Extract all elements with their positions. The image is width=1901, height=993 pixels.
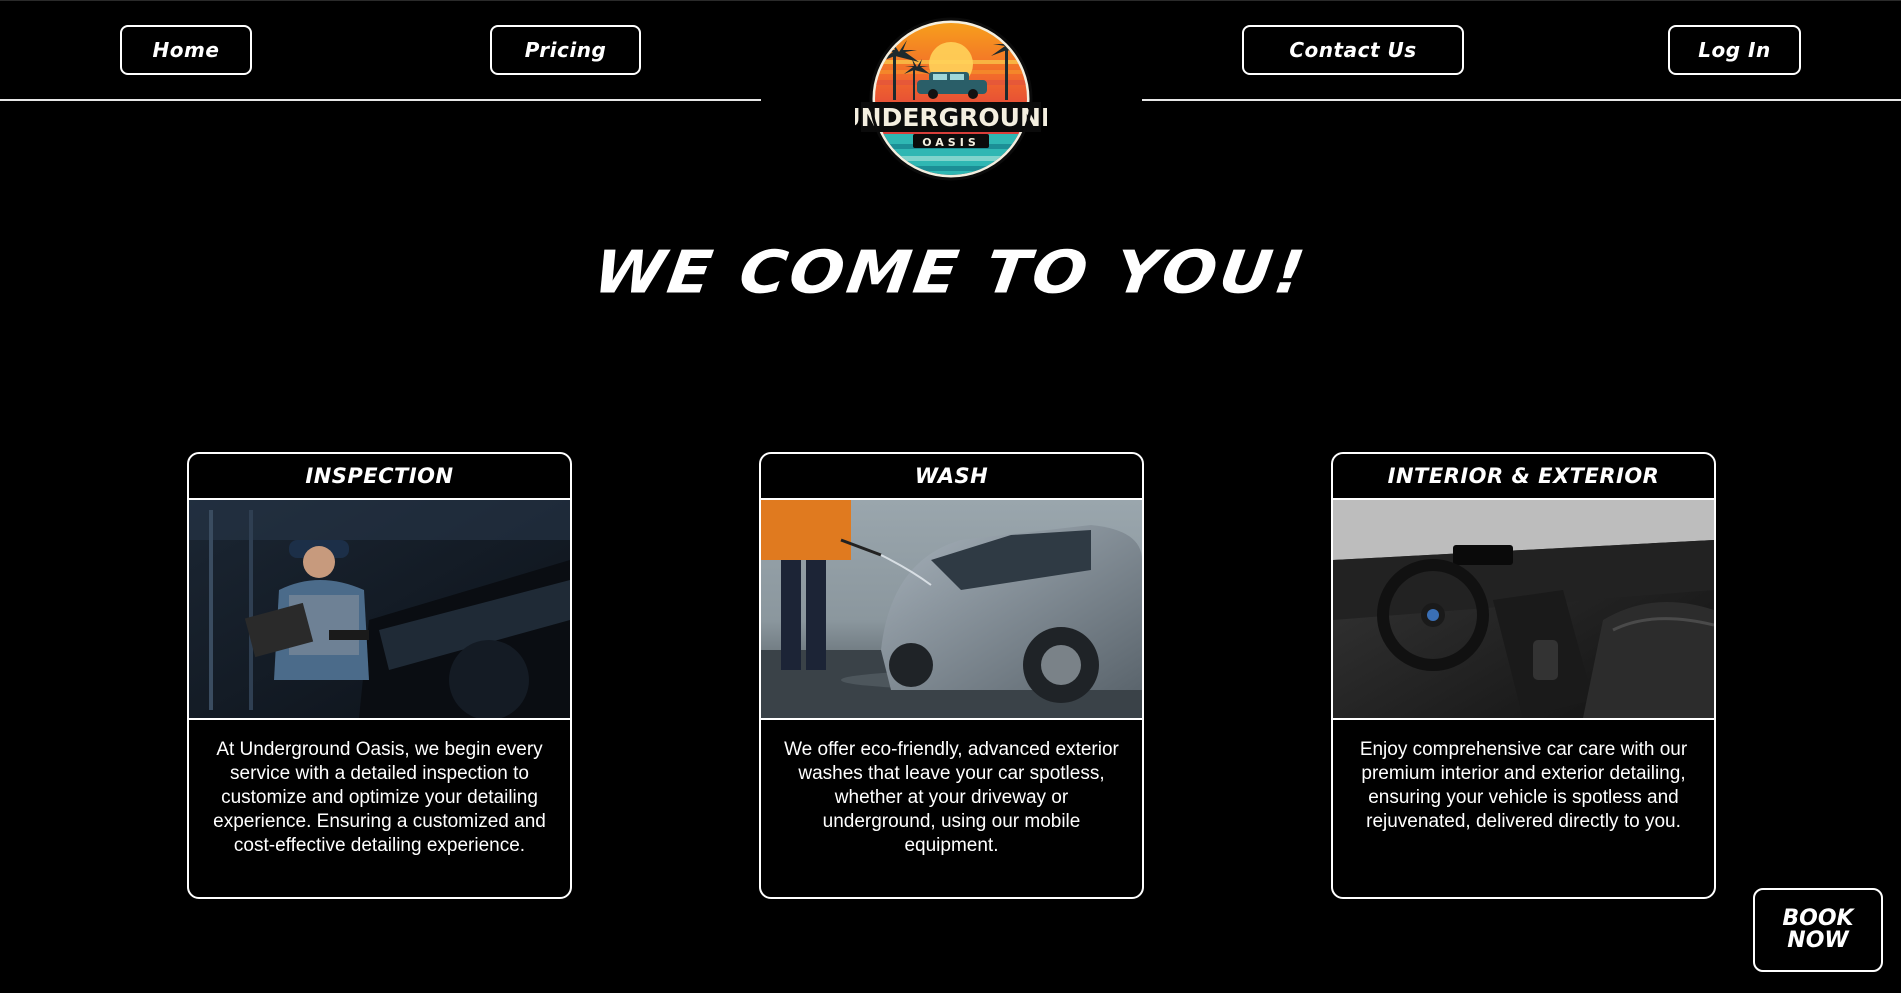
service-card-interior-exterior: INTERIOR & EXTERIOR Enjoy comprehensive …	[1331, 452, 1716, 899]
nav-divider-right	[1142, 99, 1901, 101]
card-title: WASH	[761, 454, 1142, 500]
logo-title-text: UNDERGROUND	[855, 103, 1047, 132]
card-description: We offer eco-friendly, advanced exterior…	[784, 739, 1119, 856]
underground-oasis-logo[interactable]: UNDERGROUND OASIS	[855, 16, 1047, 182]
nav-pricing-button[interactable]: Pricing	[490, 25, 641, 75]
book-now-line1: BOOK	[1782, 906, 1854, 931]
service-card-inspection: INSPECTION At Underground Oasis, we begi…	[187, 452, 572, 899]
nav-contact-button[interactable]: Contact Us	[1242, 25, 1464, 75]
nav-login-button[interactable]: Log In	[1668, 25, 1801, 75]
nav-divider-left	[0, 99, 761, 101]
interior-photo	[1333, 500, 1714, 720]
card-title: INSPECTION	[189, 454, 570, 500]
logo-subtitle-text: OASIS	[922, 136, 980, 149]
wash-photo	[761, 500, 1142, 720]
card-description: At Underground Oasis, we begin every ser…	[213, 739, 546, 856]
inspection-photo	[189, 500, 570, 720]
card-description: Enjoy comprehensive car care with our pr…	[1359, 739, 1688, 832]
service-card-wash: WASH We offer eco-friendly, advanced ext…	[759, 452, 1144, 899]
nav-home-button[interactable]: Home	[120, 25, 252, 75]
book-now-button[interactable]: BOOK NOW	[1753, 888, 1883, 972]
hero-title: WE COME TO YOU!	[589, 238, 1312, 308]
card-title: INTERIOR & EXTERIOR	[1333, 454, 1714, 500]
book-now-line2: NOW	[1787, 928, 1849, 953]
top-divider	[0, 0, 1901, 1]
page: Home Pricing Contact Us Log In NDERGROUN…	[0, 0, 1901, 993]
